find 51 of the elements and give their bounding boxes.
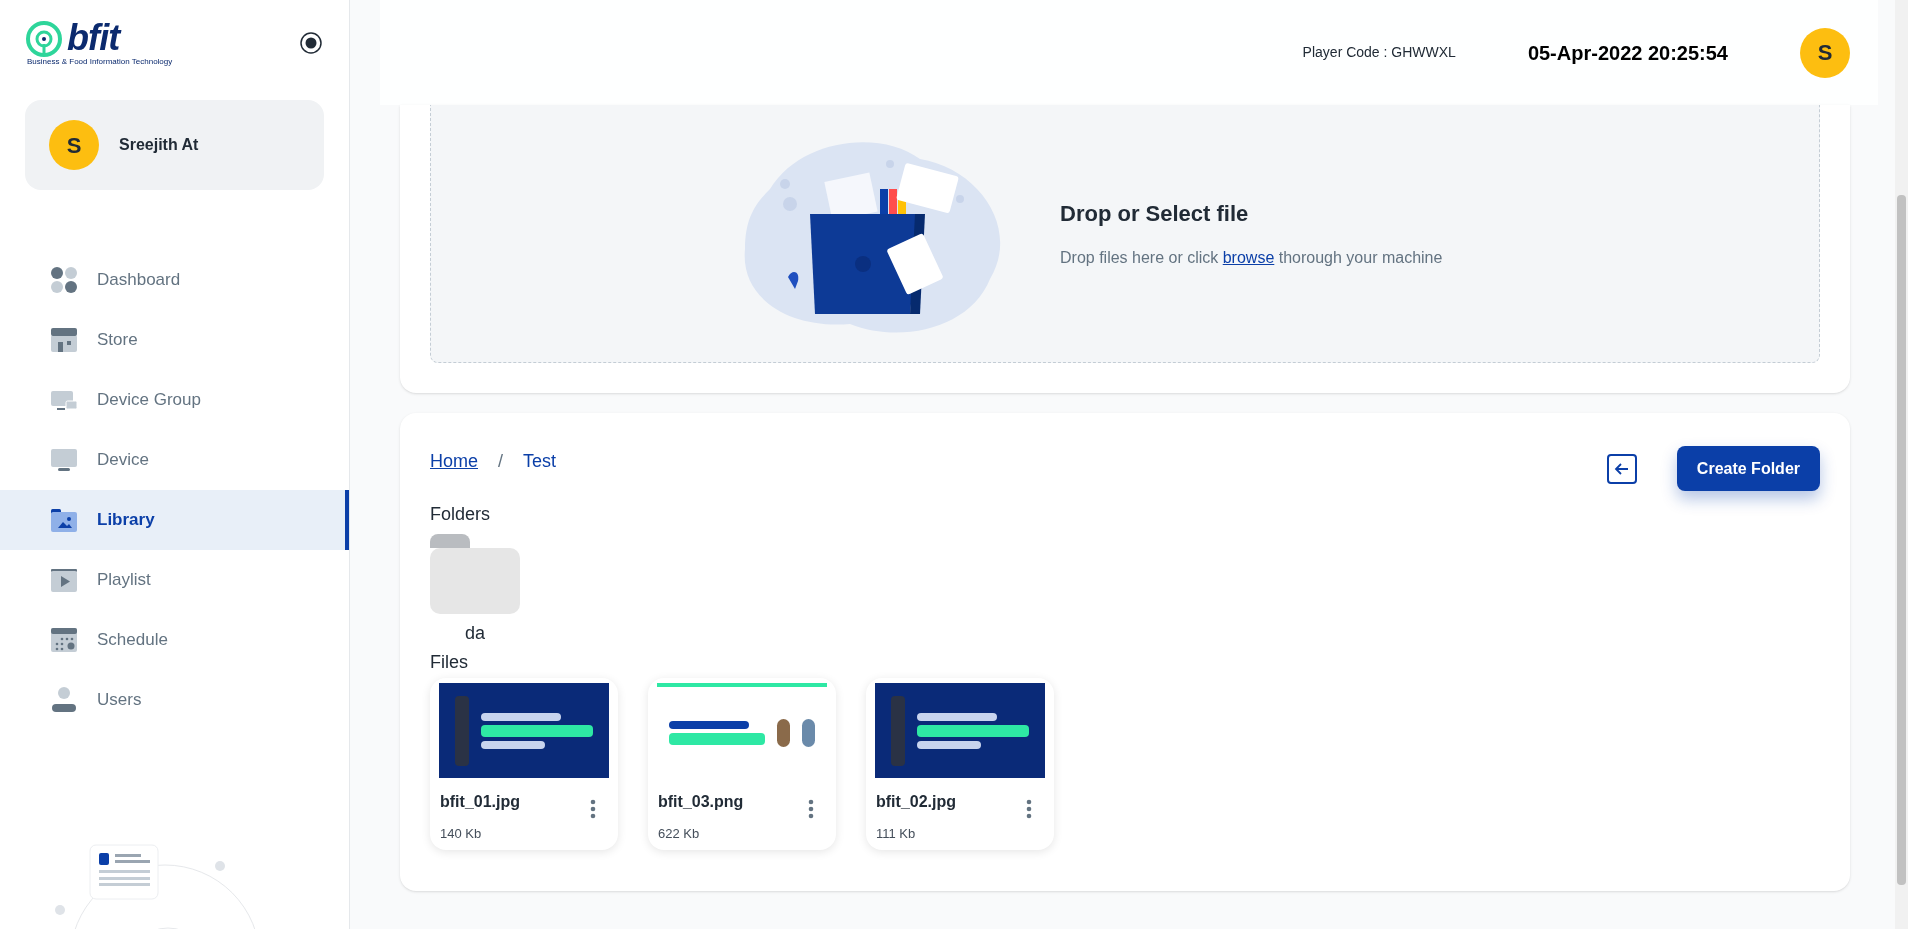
nav-item[interactable]: Playlist bbox=[0, 550, 349, 610]
file-name: bfit_02.jpg bbox=[876, 792, 956, 812]
more-options-icon[interactable] bbox=[1026, 799, 1032, 819]
user-avatar: S bbox=[49, 120, 99, 170]
nav-item[interactable]: Store bbox=[0, 310, 349, 370]
more-options-icon[interactable] bbox=[808, 799, 814, 819]
back-arrow-icon bbox=[1613, 461, 1630, 477]
file-name: bfit_01.jpg bbox=[440, 792, 520, 812]
nav-item[interactable]: Device bbox=[0, 430, 349, 490]
account-avatar[interactable]: S bbox=[1800, 27, 1850, 78]
logo-mark-icon bbox=[25, 20, 63, 58]
drop-zone[interactable]: Drop or Select file Drop files here or click browse thorough your machine bbox=[430, 105, 1820, 363]
folder-item[interactable]: da bbox=[430, 534, 520, 647]
library-icon bbox=[50, 506, 78, 534]
nav-item[interactable]: Device Group bbox=[0, 370, 349, 430]
drop-instructions: Drop files here or click browse thorough your machine bbox=[1060, 248, 1444, 268]
date-time: 05-Apr-2022 20:25:54 bbox=[1527, 40, 1728, 66]
brand-tagline: Business & Food Information Technology bbox=[27, 58, 173, 66]
file-size: 622 Kb bbox=[658, 825, 701, 843]
folders-heading: Folders bbox=[430, 503, 492, 526]
file-size: 140 Kb bbox=[440, 825, 483, 843]
monitor-icon bbox=[50, 446, 78, 474]
calendar-icon bbox=[50, 626, 78, 654]
user-name: Sreejith At bbox=[119, 135, 199, 155]
store-icon bbox=[50, 326, 78, 354]
drop-title: Drop or Select file bbox=[1060, 200, 1250, 228]
breadcrumb-separator: / bbox=[498, 450, 504, 473]
file-card[interactable]: bfit_03.png 622 Kb bbox=[648, 678, 836, 850]
nav-item[interactable]: Schedule bbox=[0, 610, 349, 670]
nav-item[interactable]: Dashboard bbox=[0, 250, 349, 310]
file-card[interactable]: bfit_01.jpg 140 Kb bbox=[430, 678, 618, 850]
create-folder-button[interactable]: Create Folder bbox=[1676, 446, 1820, 491]
folder-icon bbox=[430, 534, 520, 614]
more-options-icon[interactable] bbox=[590, 799, 596, 819]
nav-item[interactable]: Library bbox=[0, 490, 349, 550]
play-icon bbox=[50, 566, 78, 594]
user-icon bbox=[50, 686, 78, 714]
nav-item[interactable]: Users bbox=[0, 670, 349, 730]
player-code: Player Code : GHWWXL bbox=[1302, 43, 1456, 62]
toggle-icon[interactable] bbox=[299, 31, 323, 55]
file-card[interactable]: bfit_02.jpg 111 Kb bbox=[866, 678, 1054, 850]
breadcrumb-link[interactable]: Home bbox=[430, 448, 478, 475]
brand-logo[interactable]: bfit Business & Food Information Technology bbox=[25, 20, 173, 66]
file-name: bfit_03.png bbox=[658, 792, 744, 812]
breadcrumb-link[interactable]: Test bbox=[523, 448, 557, 475]
browse-link[interactable]: browse bbox=[1222, 249, 1275, 266]
brand-name: bfit bbox=[67, 20, 123, 56]
dashboard-icon bbox=[50, 266, 78, 294]
file-size: 111 Kb bbox=[876, 825, 917, 843]
files-heading: Files bbox=[430, 651, 469, 674]
back-button[interactable] bbox=[1606, 454, 1637, 484]
